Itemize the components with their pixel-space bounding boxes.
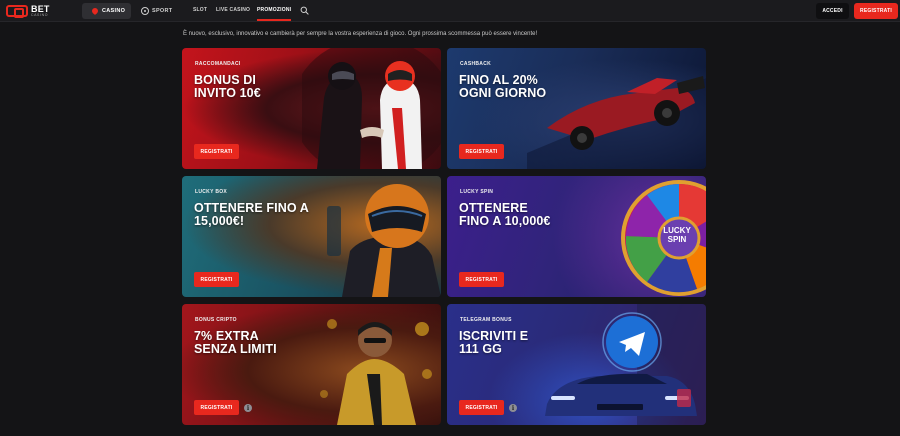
promo-tag: CASHBACK — [460, 61, 492, 67]
promo-register-button[interactable]: REGISTRATI — [459, 144, 504, 159]
active-nav-indicator — [257, 19, 291, 21]
info-icon[interactable]: i — [509, 404, 517, 412]
search-icon[interactable] — [300, 6, 309, 15]
info-icon[interactable]: i — [244, 404, 252, 412]
wheel-label: LUCKY SPIN — [663, 226, 691, 244]
racing-drivers-handshake-image — [302, 48, 441, 169]
login-button[interactable]: ACCEDI — [816, 3, 849, 19]
promo-register-button[interactable]: REGISTRATI — [194, 144, 239, 159]
sport-tab-label: SPORT — [152, 8, 173, 14]
lucky-spin-wheel-image — [621, 180, 706, 296]
top-navbar: BET CASINO CASINO SPORT SLOT LIVE CASINO… — [0, 0, 900, 22]
promo-title: ISCRIVITI E 111 GG — [459, 329, 529, 356]
promo-register-button[interactable]: REGISTRATI — [194, 400, 239, 415]
promo-title: FINO AL 20% OGNI GIORNO — [459, 73, 547, 100]
promo-tag: LUCKY SPIN — [460, 189, 494, 195]
promo-card-bonus-cripto[interactable]: BONUS CRIPTO 7% EXTRA SENZA LIMITI REGIS… — [182, 304, 441, 425]
telegram-car-image — [545, 304, 706, 425]
promo-tag: BONUS CRIPTO — [195, 317, 237, 323]
nav-promozioni[interactable]: PROMOZIONI — [257, 7, 291, 13]
promo-tag: TELEGRAM BONUS — [460, 317, 512, 323]
promo-tag: LUCKY BOX — [195, 189, 228, 195]
sport-tab[interactable]: SPORT — [132, 3, 181, 19]
promo-title: BONUS DI INVITO 10€ — [194, 73, 261, 100]
formula-car-image — [527, 76, 706, 169]
casino-tab[interactable]: CASINO — [82, 3, 131, 19]
register-button[interactable]: REGISTRATI — [854, 3, 898, 19]
promo-register-button[interactable]: REGISTRATI — [459, 272, 504, 287]
nav-slot[interactable]: SLOT — [193, 7, 207, 13]
promo-intro-text: È nuovo, esclusivo, innovativo e cambier… — [183, 31, 538, 37]
helmet-driver-image — [327, 184, 441, 297]
spade-icon — [90, 6, 100, 16]
casino-tab-label: CASINO — [102, 8, 126, 14]
promo-card-cashback[interactable]: CASHBACK FINO AL 20% OGNI GIORNO REGISTR… — [447, 48, 706, 169]
promo-card-lucky-spin[interactable]: LUCKY SPIN LUCKY SPIN OTTENERE FINO A 10… — [447, 176, 706, 297]
promo-card-telegram-bonus[interactable]: TELEGRAM BONUS ISCRIVITI E 111 GG REGIST… — [447, 304, 706, 425]
promo-tag: RACCOMANDACI — [195, 61, 241, 67]
crypto-man-image — [320, 319, 432, 425]
nav-live-casino[interactable]: LIVE CASINO — [216, 7, 250, 13]
promo-card-raccomandaci[interactable]: RACCOMANDACI BONUS DI INVITO 10€ REGISTR… — [182, 48, 441, 169]
logo[interactable]: BET CASINO — [6, 4, 50, 18]
promo-card-lucky-box[interactable]: LUCKY BOX OTTENERE FINO A 15,000€! REGIS… — [182, 176, 441, 297]
promo-register-button[interactable]: REGISTRATI — [194, 272, 239, 287]
promo-title: OTTENERE FINO A 10,000€ — [459, 201, 551, 228]
promo-title: 7% EXTRA SENZA LIMITI — [194, 329, 277, 356]
soccer-ball-icon — [141, 7, 149, 15]
promo-register-button[interactable]: REGISTRATI — [459, 400, 504, 415]
logo-subtext: CASINO — [31, 12, 49, 17]
promo-title: OTTENERE FINO A 15,000€! — [194, 201, 309, 228]
logo-mark-icon — [6, 5, 28, 18]
